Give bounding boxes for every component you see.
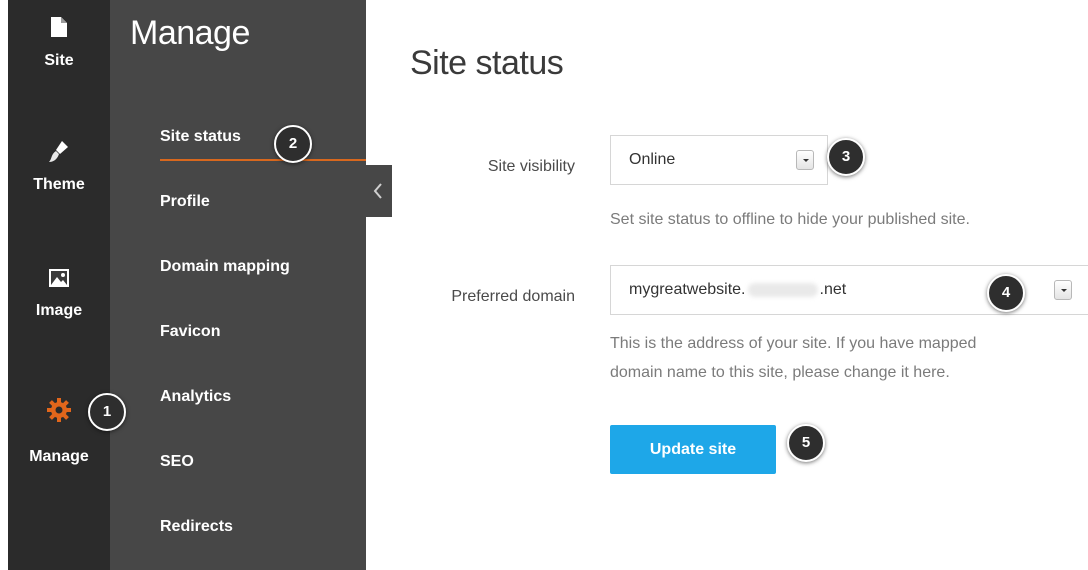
nav-item-site-status[interactable]: Site status	[160, 128, 241, 146]
preferred-domain-label: Preferred domain	[451, 288, 575, 305]
chevron-down-icon	[1061, 289, 1067, 292]
rail-item-site[interactable]: Site	[8, 16, 110, 70]
nav-item-seo[interactable]: SEO	[160, 453, 194, 471]
image-icon	[49, 269, 69, 287]
preferred-domain-help: This is the address of your site. If you…	[610, 329, 976, 387]
preferred-domain-value: mygreatwebsite. .net	[629, 281, 846, 299]
rail-item-label: Image	[35, 302, 83, 319]
manage-nav-panel: Manage Site status Profile Domain mappin…	[110, 0, 366, 570]
rail-item-label: Manage	[29, 448, 89, 465]
gear-icon	[47, 398, 71, 422]
site-visibility-value: Online	[629, 151, 676, 168]
paintbrush-icon	[49, 141, 68, 162]
nav-item-profile[interactable]: Profile	[160, 193, 210, 211]
callout-badge: 2	[274, 125, 312, 163]
file-icon	[51, 17, 67, 37]
left-edge	[0, 0, 8, 570]
domain-prefix: mygreatwebsite.	[629, 281, 746, 298]
icon-rail: Site Theme Image Manage	[8, 0, 110, 570]
redacted-text	[747, 282, 818, 297]
update-site-button[interactable]: Update site	[610, 425, 776, 474]
page-title: Site status	[410, 44, 564, 82]
nav-item-analytics[interactable]: Analytics	[160, 388, 231, 406]
callout-badge: 3	[827, 138, 865, 176]
site-visibility-label: Site visibility	[487, 158, 575, 175]
collapse-panel-button[interactable]	[366, 165, 392, 217]
rail-item-label: Site	[44, 52, 74, 69]
domain-suffix: .net	[819, 281, 847, 298]
rail-item-label: Theme	[33, 176, 85, 193]
nav-item-domain-mapping[interactable]: Domain mapping	[160, 258, 290, 276]
callout-badge: 5	[787, 424, 825, 462]
active-nav-indicator	[160, 159, 366, 161]
domain-dropdown-button[interactable]	[1054, 280, 1072, 300]
rail-item-image[interactable]: Image	[8, 268, 110, 320]
chevron-left-icon	[373, 183, 382, 199]
help-line: domain name to this site, please change …	[610, 364, 950, 381]
main-content: Site status Site visibility Online Set s…	[392, 0, 1088, 570]
chevron-down-icon	[803, 159, 809, 162]
nav-item-redirects[interactable]: Redirects	[160, 518, 233, 536]
site-visibility-select[interactable]: Online	[610, 135, 828, 185]
help-line: This is the address of your site. If you…	[610, 335, 977, 352]
callout-badge: 1	[88, 393, 126, 431]
site-visibility-help: Set site status to offline to hide your …	[610, 211, 970, 228]
callout-badge: 4	[987, 274, 1025, 312]
nav-item-favicon[interactable]: Favicon	[160, 323, 220, 341]
rail-item-theme[interactable]: Theme	[8, 138, 110, 194]
visibility-dropdown-button[interactable]	[796, 150, 814, 170]
nav-title: Manage	[130, 14, 250, 52]
